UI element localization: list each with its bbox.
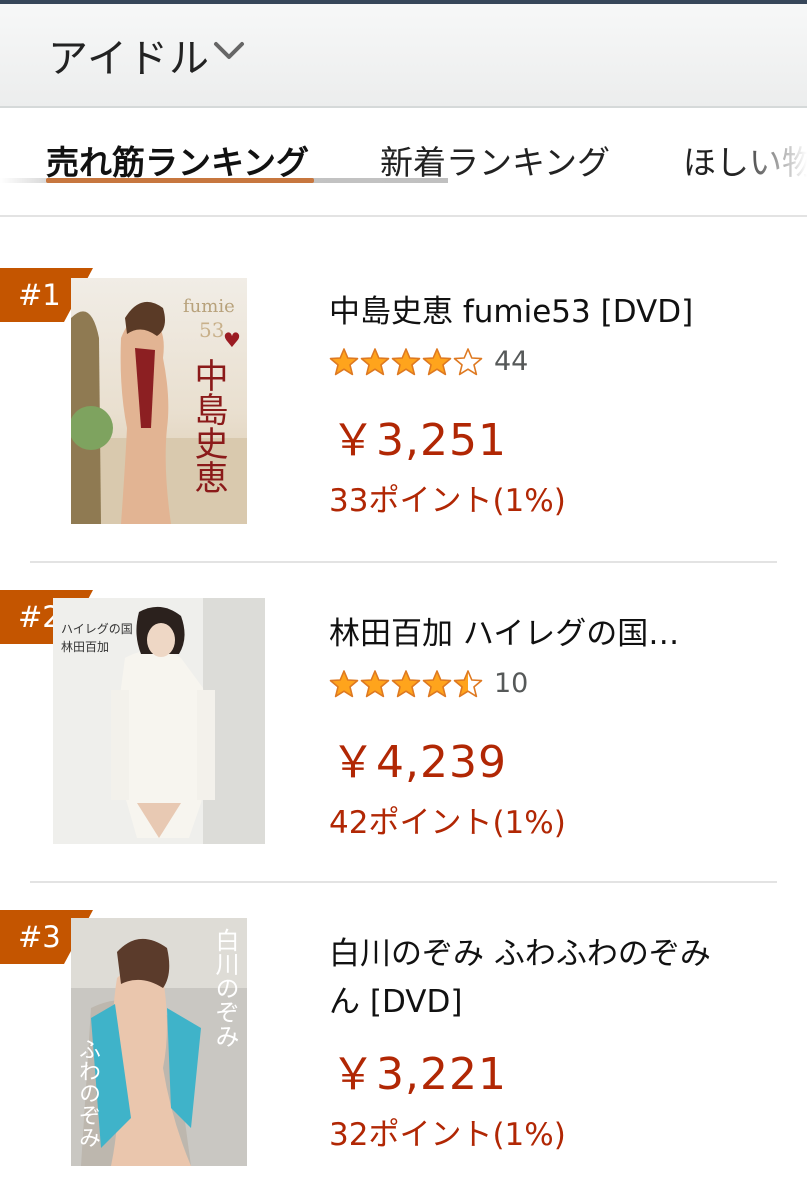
star-icons <box>329 669 484 699</box>
rating-count: 44 <box>494 346 529 377</box>
product-price: ￥3,251 <box>331 415 507 466</box>
star-full-icon <box>329 347 359 375</box>
cover-title: ハイレグの国 <box>61 622 133 636</box>
category-title[interactable]: アイドル <box>48 26 210 84</box>
star-full-icon <box>329 669 359 697</box>
tabs-divider <box>0 215 807 217</box>
cover-name: 中島史恵 <box>188 358 228 494</box>
product-price: ￥3,221 <box>331 1049 507 1100</box>
product-title[interactable]: 白川のぞみ ふわふわのぞみ ん [DVD] <box>329 930 759 1026</box>
tab-new-releases[interactable]: 新着ランキング <box>380 136 610 184</box>
star-rating[interactable]: 44 <box>329 346 528 377</box>
star-full-icon <box>360 669 390 697</box>
list-item[interactable]: #2 ハイレグの国 林田百加 林田百加 ハイレグの国… 10 ￥4,239 42… <box>0 562 807 882</box>
rating-count: 10 <box>494 668 529 699</box>
product-title-line2: ん [DVD] <box>329 984 463 1020</box>
star-half-icon <box>453 669 483 697</box>
list-item[interactable]: #3 白川のぞみ ふわのぞみ 白川のぞみ ふわふわのぞみ ん [DVD] ￥3,… <box>0 882 807 1202</box>
star-empty-icon <box>453 347 483 375</box>
product-title[interactable]: 中島史恵 fumie53 [DVD] <box>329 288 759 336</box>
reward-points: 42ポイント(1%) <box>329 805 566 841</box>
star-icons <box>329 347 484 377</box>
cover-name: 林田百加 <box>61 640 110 654</box>
tab-bestsellers[interactable]: 売れ筋ランキング <box>46 136 309 184</box>
star-full-icon <box>422 347 452 375</box>
star-full-icon <box>391 347 421 375</box>
star-full-icon <box>422 669 452 697</box>
product-title-line1: 白川のぞみ ふわふわのぞみ <box>329 936 711 972</box>
product-price: ￥4,239 <box>331 737 507 788</box>
active-tab-underline <box>46 178 314 183</box>
star-full-icon <box>391 669 421 697</box>
star-rating[interactable]: 10 <box>329 668 528 699</box>
reward-points: 33ポイント(1%) <box>329 483 566 519</box>
product-image[interactable]: fumie 53 ♥ 中島史恵 <box>71 278 247 524</box>
category-header[interactable]: アイドル <box>0 4 807 108</box>
list-item[interactable]: #1 fumie 53 ♥ 中島史恵 中島史恵 fumie53 [DVD] 44… <box>0 240 807 560</box>
cover-number: 53 <box>199 318 225 342</box>
cover-subtitle: ふわのぞみ <box>75 1038 100 1148</box>
reward-points: 32ポイント(1%) <box>329 1117 566 1153</box>
product-image[interactable]: 白川のぞみ ふわのぞみ <box>71 918 247 1166</box>
ranking-tabs: 売れ筋ランキング 新着ランキング ほしい物 <box>0 108 807 214</box>
product-image[interactable]: ハイレグの国 林田百加 <box>53 598 265 844</box>
chevron-down-icon[interactable] <box>212 38 246 68</box>
tab-overflow-fade <box>737 128 807 188</box>
heart-icon: ♥ <box>223 328 241 352</box>
cover-name: 白川のぞみ <box>211 928 239 1048</box>
cover-title: fumie <box>183 296 235 317</box>
product-title[interactable]: 林田百加 ハイレグの国… <box>329 610 759 658</box>
star-full-icon <box>360 347 390 375</box>
